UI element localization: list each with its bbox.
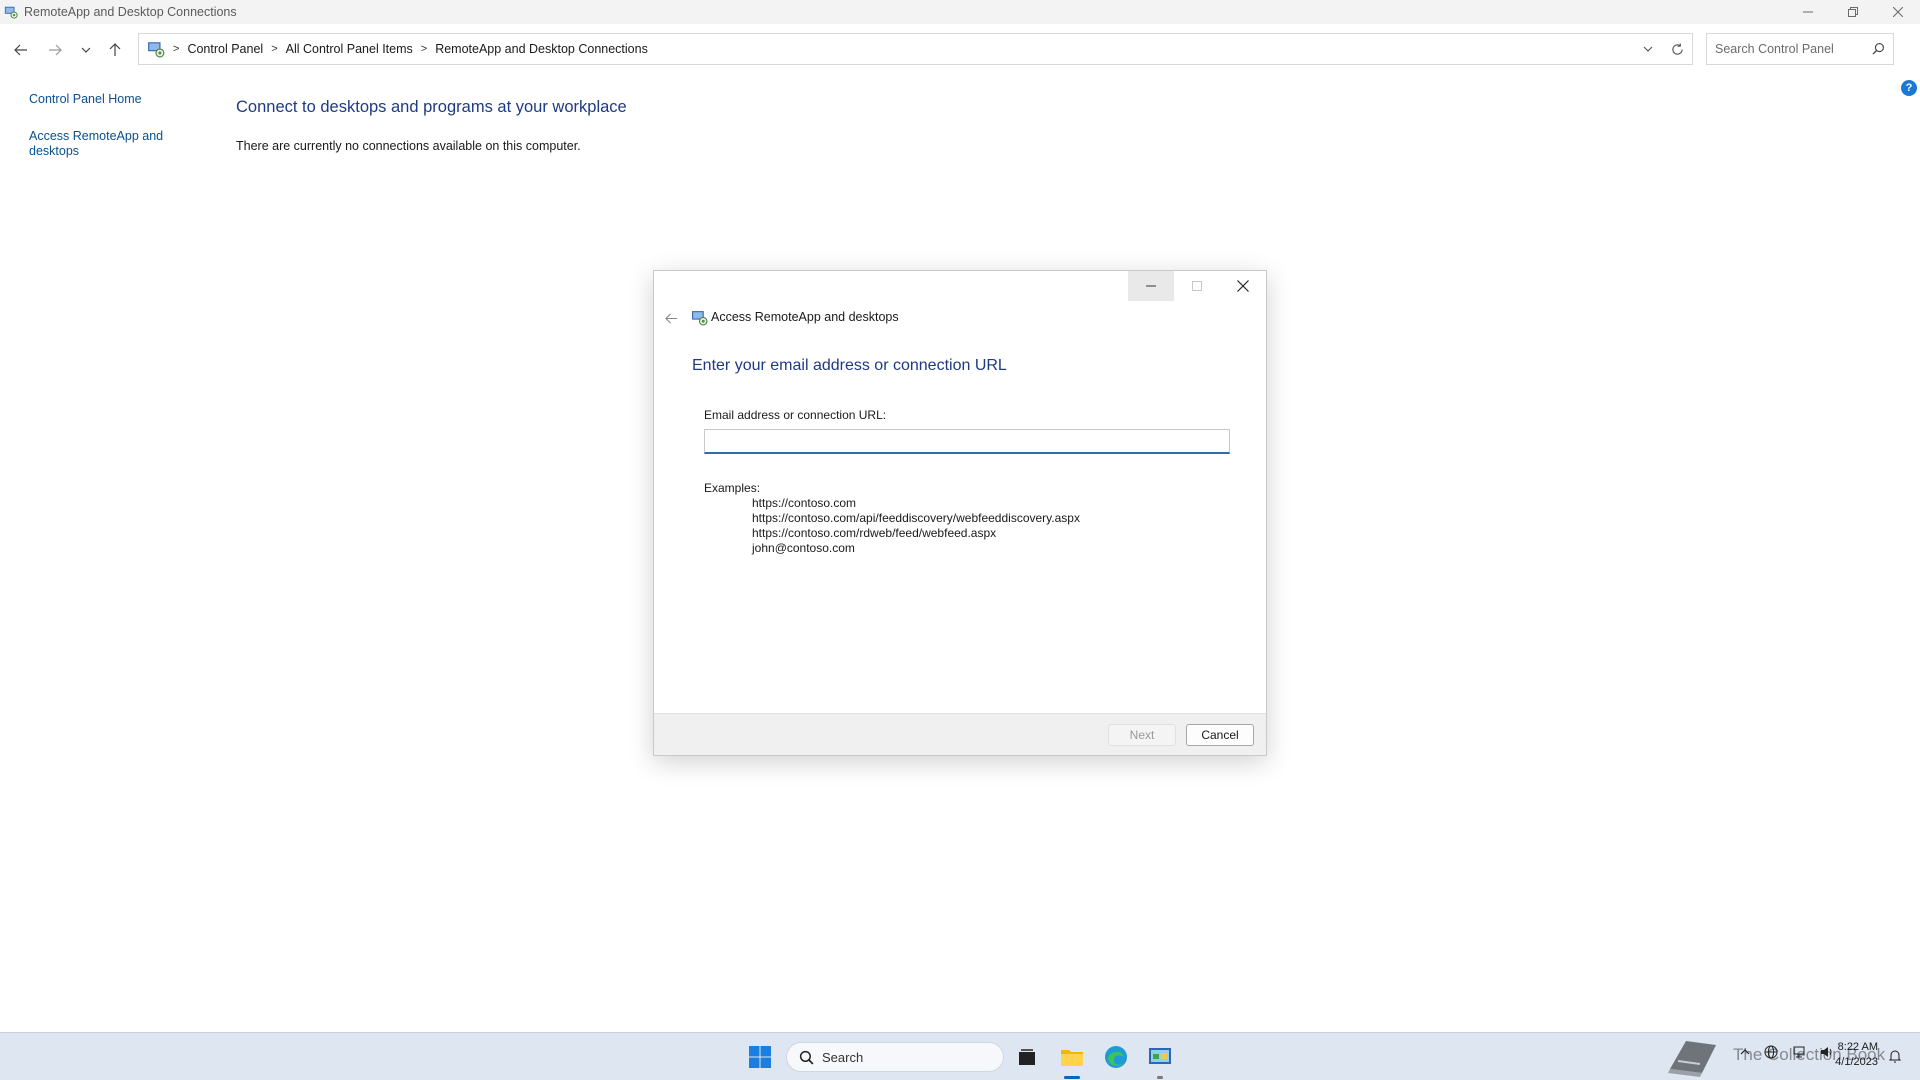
active-app-indicator bbox=[1064, 1076, 1080, 1079]
access-remoteapp-dialog: Access RemoteApp and desktops Enter your… bbox=[653, 270, 1267, 756]
clock-date: 4/1/2023 bbox=[1835, 1056, 1878, 1068]
location-icon bbox=[148, 42, 165, 58]
breadcrumb-separator[interactable]: > bbox=[271, 43, 277, 55]
search-icon[interactable] bbox=[1872, 42, 1885, 55]
dropdown-icon[interactable] bbox=[1643, 44, 1653, 54]
navigation-row: > Control Panel > All Control Panel Item… bbox=[0, 31, 1920, 69]
no-connections-text: There are currently no connections avail… bbox=[236, 139, 581, 153]
language-icon[interactable] bbox=[1764, 1045, 1778, 1059]
example-item: https://contoso.com/api/feeddiscovery/we… bbox=[752, 511, 1080, 525]
dialog-minimize-button[interactable] bbox=[1128, 271, 1174, 301]
minimize-icon bbox=[1146, 285, 1156, 287]
window-controls bbox=[1785, 0, 1920, 24]
examples-label: Examples: bbox=[704, 481, 761, 495]
example-item: john@contoso.com bbox=[752, 541, 855, 555]
email-or-url-input[interactable] bbox=[704, 429, 1230, 454]
maximize-icon bbox=[1192, 281, 1202, 291]
running-app-indicator bbox=[1157, 1076, 1163, 1079]
back-arrow-icon bbox=[14, 44, 27, 56]
taskbar-search-label: Search bbox=[822, 1049, 864, 1065]
taskbar-search[interactable]: Search bbox=[786, 1042, 1004, 1072]
search-icon bbox=[799, 1050, 814, 1065]
examples-list: https://contoso.com https://contoso.com/… bbox=[752, 496, 1080, 556]
back-button[interactable] bbox=[8, 37, 34, 63]
close-icon bbox=[1237, 280, 1249, 292]
close-icon bbox=[1892, 7, 1903, 17]
example-item: https://contoso.com bbox=[752, 496, 857, 510]
control-panel-taskbar-button[interactable] bbox=[1144, 1041, 1176, 1073]
recent-locations-button[interactable] bbox=[73, 37, 99, 63]
edge-icon bbox=[1105, 1046, 1127, 1068]
window-title: RemoteApp and Desktop Connections bbox=[24, 5, 237, 19]
book-icon bbox=[1668, 1041, 1716, 1077]
file-explorer-button[interactable] bbox=[1056, 1041, 1088, 1073]
dialog-footer: Next Cancel bbox=[654, 713, 1266, 755]
up-arrow-icon bbox=[109, 43, 121, 56]
notification-icon[interactable] bbox=[1888, 1049, 1902, 1063]
help-icon[interactable]: ? bbox=[1901, 80, 1917, 96]
network-icon[interactable] bbox=[1792, 1045, 1806, 1059]
dialog-window-controls bbox=[1128, 271, 1266, 301]
refresh-icon[interactable] bbox=[1671, 42, 1684, 56]
forward-arrow-icon bbox=[49, 44, 62, 56]
task-view-button[interactable] bbox=[1011, 1041, 1043, 1073]
forward-button[interactable] bbox=[42, 37, 68, 63]
breadcrumb-separator: > bbox=[173, 43, 180, 55]
left-nav: Control Panel Home Access RemoteApp and … bbox=[29, 92, 169, 159]
minimize-button[interactable] bbox=[1785, 0, 1830, 24]
address-bar[interactable]: > Control Panel > All Control Panel Item… bbox=[138, 33, 1693, 65]
chevron-up-icon[interactable] bbox=[1740, 1047, 1750, 1057]
dialog-back-button[interactable] bbox=[660, 307, 682, 329]
example-item: https://contoso.com/rdweb/feed/webfeed.a… bbox=[752, 526, 997, 540]
cancel-button[interactable]: Cancel bbox=[1186, 724, 1254, 746]
close-button[interactable] bbox=[1875, 0, 1920, 24]
breadcrumb-current[interactable]: RemoteApp and Desktop Connections bbox=[435, 42, 648, 56]
url-field-label: Email address or connection URL: bbox=[704, 408, 887, 422]
file-explorer-icon bbox=[1061, 1050, 1083, 1066]
control-panel-home-link[interactable]: Control Panel Home bbox=[29, 92, 169, 107]
access-remoteapp-link[interactable]: Access RemoteApp and desktops bbox=[29, 129, 169, 159]
dialog-heading: Enter your email address or connection U… bbox=[692, 357, 1007, 374]
up-button[interactable] bbox=[102, 37, 128, 63]
restore-button[interactable] bbox=[1830, 0, 1875, 24]
start-button[interactable] bbox=[744, 1041, 776, 1073]
breadcrumb-all-items[interactable]: All Control Panel Items bbox=[286, 42, 413, 56]
system-tray bbox=[1740, 1045, 1834, 1059]
back-arrow-icon bbox=[664, 312, 677, 324]
page-heading: Connect to desktops and programs at your… bbox=[236, 98, 627, 116]
edge-button[interactable] bbox=[1100, 1041, 1132, 1073]
control-panel-icon bbox=[1149, 1048, 1171, 1064]
breadcrumb-separator[interactable]: > bbox=[421, 43, 427, 55]
title-bar: RemoteApp and Desktop Connections bbox=[0, 0, 1920, 24]
address-bar-actions bbox=[1643, 34, 1684, 64]
system-clock[interactable]: 8:22 AM 4/1/2023 bbox=[1826, 1040, 1878, 1070]
breadcrumb-control-panel[interactable]: Control Panel bbox=[187, 42, 263, 56]
search-input[interactable] bbox=[1715, 42, 1865, 56]
dialog-title: Access RemoteApp and desktops bbox=[711, 310, 899, 324]
app-icon bbox=[4, 6, 18, 19]
search-box[interactable] bbox=[1706, 33, 1894, 65]
taskbar: Search The Collection Book 8:22 AM 4/1/2… bbox=[0, 1032, 1920, 1080]
next-button[interactable]: Next bbox=[1108, 724, 1176, 746]
dialog-maximize-button[interactable] bbox=[1174, 271, 1220, 301]
clock-time: 8:22 AM bbox=[1837, 1041, 1878, 1053]
minimize-icon bbox=[1802, 11, 1813, 13]
task-view-icon bbox=[1019, 1049, 1035, 1065]
remoteapp-icon bbox=[692, 311, 708, 326]
start-icon bbox=[749, 1046, 771, 1068]
restore-icon bbox=[1847, 7, 1858, 17]
dialog-close-button[interactable] bbox=[1220, 271, 1266, 301]
recent-locations-icon bbox=[81, 47, 91, 53]
